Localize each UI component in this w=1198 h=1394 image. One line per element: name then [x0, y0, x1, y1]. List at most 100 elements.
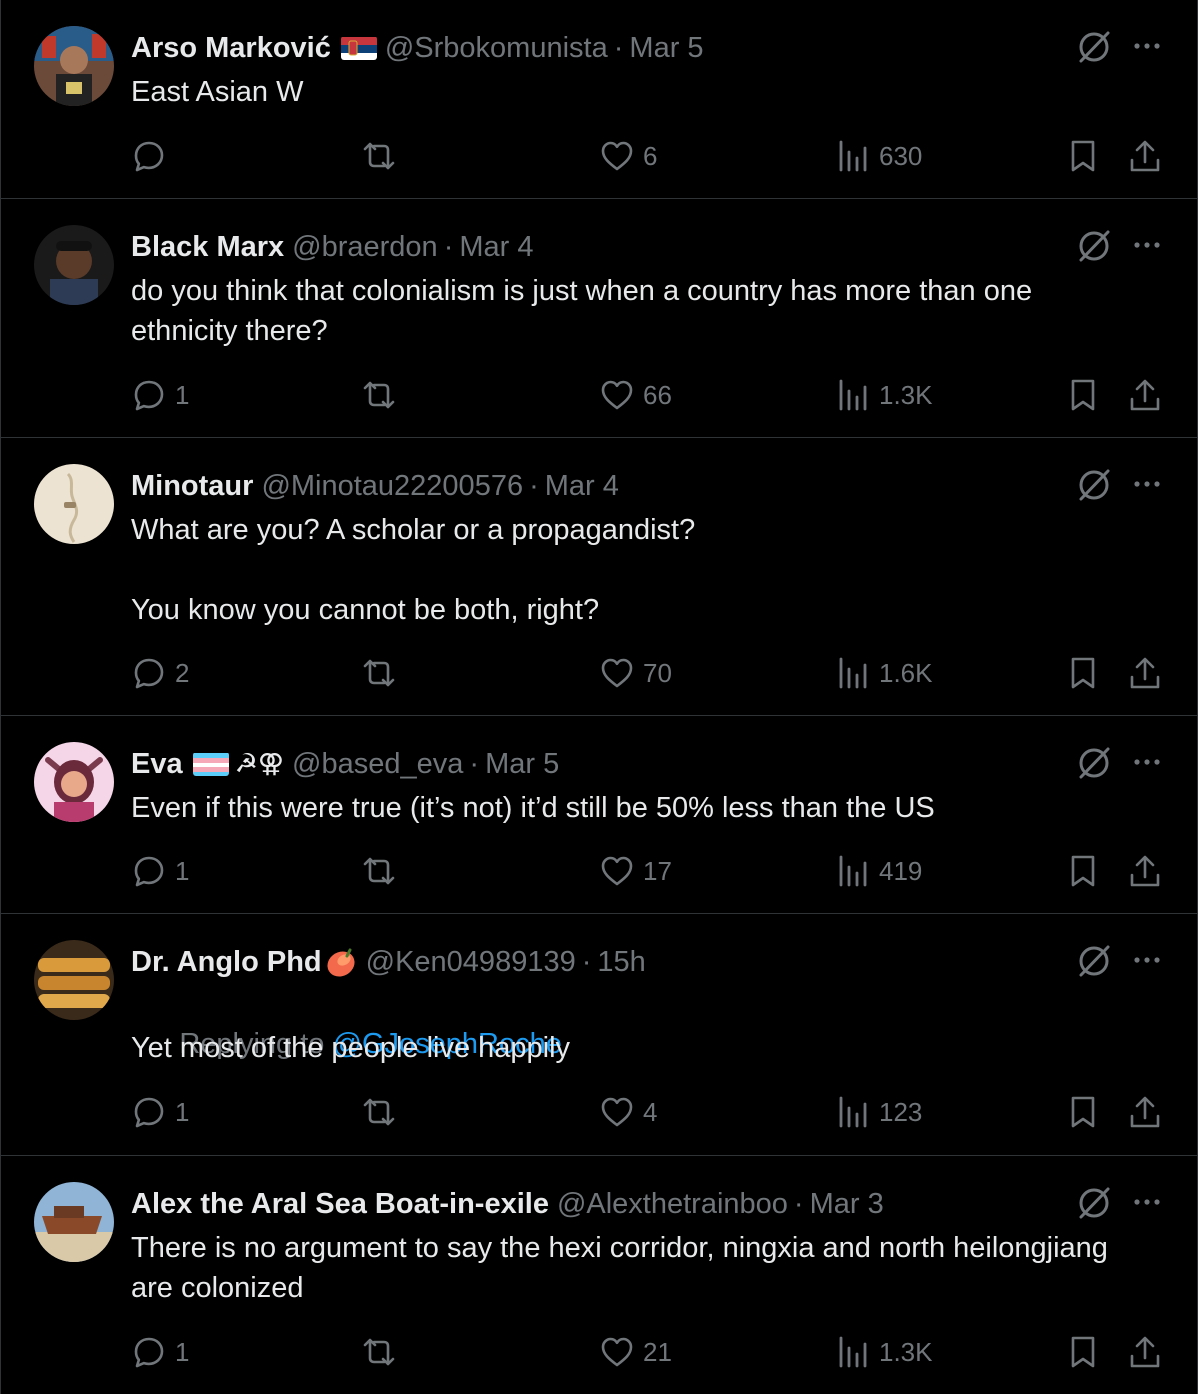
more-icon[interactable] — [1129, 1184, 1165, 1220]
bookmark-button[interactable] — [1065, 851, 1101, 891]
user-handle[interactable]: @Alexthetrainboo — [557, 1188, 788, 1221]
views-button[interactable]: 1.3K — [835, 375, 933, 415]
avatar[interactable] — [34, 1182, 114, 1262]
avatar[interactable] — [34, 26, 114, 106]
serbia-flag-icon — [340, 36, 377, 60]
views-button[interactable]: 630 — [835, 136, 922, 176]
display-name[interactable]: Alex the Aral Sea Boat-in-exile — [131, 1188, 549, 1221]
grok-icon[interactable] — [1075, 942, 1113, 980]
bookmark-button[interactable] — [1065, 1332, 1101, 1372]
display-name[interactable]: Arso Marković — [131, 32, 331, 65]
share-button[interactable] — [1127, 1332, 1163, 1372]
tweet[interactable]: Arso Marković @Srbokomunista · Mar 5 Eas… — [1, 0, 1198, 199]
retweet-button[interactable] — [361, 1092, 397, 1132]
views-button[interactable]: 419 — [835, 851, 922, 891]
timestamp[interactable]: Mar 4 — [459, 231, 533, 264]
retweet-icon — [363, 1338, 395, 1366]
user-handle[interactable]: @Ken04989139 — [366, 946, 576, 979]
more-icon[interactable] — [1129, 227, 1165, 263]
display-name[interactable]: Minotaur — [131, 470, 253, 503]
separator: · — [529, 469, 539, 502]
like-button[interactable]: 6 — [599, 136, 657, 176]
grok-icon[interactable] — [1075, 744, 1113, 782]
grok-icon[interactable] — [1075, 1184, 1113, 1222]
avatar[interactable] — [34, 225, 114, 305]
tweet-text: Yet most of the people live happily — [131, 1032, 571, 1064]
like-button[interactable]: 17 — [599, 851, 672, 891]
views-button[interactable]: 123 — [835, 1092, 922, 1132]
bookmark-button[interactable] — [1065, 375, 1101, 415]
like-button[interactable]: 70 — [599, 653, 672, 693]
tweet[interactable]: Dr. Anglo Phd @Ken04989139 · 15h Replyin… — [1, 914, 1198, 1156]
tweet[interactable]: Minotaur @Minotau22200576 · Mar 4 What a… — [1, 438, 1198, 716]
display-name[interactable]: Dr. Anglo Phd — [131, 946, 322, 979]
more-icon[interactable] — [1129, 466, 1165, 502]
reply-button[interactable]: 1 — [131, 375, 189, 415]
like-count: 17 — [643, 855, 672, 886]
user-handle[interactable]: @braerdon — [292, 231, 438, 264]
retweet-button[interactable] — [361, 136, 397, 176]
tweet-text: Even if this were true (it’s not) it’d s… — [131, 792, 935, 824]
views-button[interactable]: 1.3K — [835, 1332, 933, 1372]
share-button[interactable] — [1127, 1092, 1163, 1132]
tweet-header: Minotaur @Minotau22200576 · Mar 4 — [131, 466, 619, 506]
reply-count: 2 — [175, 657, 190, 688]
retweet-button[interactable] — [361, 1332, 397, 1372]
more-icon[interactable] — [1129, 942, 1165, 978]
tweet[interactable]: Eva ☭⚢ @based_eva · Mar 5 Even if this w… — [1, 716, 1198, 914]
retweet-button[interactable] — [361, 851, 397, 891]
bookmark-button[interactable] — [1065, 653, 1101, 693]
share-icon — [1130, 1096, 1160, 1128]
display-name[interactable]: Eva — [131, 748, 183, 781]
view-count: 1.3K — [879, 379, 933, 410]
share-button[interactable] — [1127, 375, 1163, 415]
like-button[interactable]: 21 — [599, 1332, 672, 1372]
tweet[interactable]: Black Marx @braerdon · Mar 4 do you thin… — [1, 199, 1198, 438]
views-icon — [839, 379, 867, 411]
more-icon[interactable] — [1129, 744, 1165, 780]
timestamp[interactable]: Mar 5 — [485, 748, 559, 781]
like-count: 6 — [643, 140, 658, 171]
share-button[interactable] — [1127, 653, 1163, 693]
timestamp[interactable]: Mar 5 — [629, 32, 703, 65]
like-button[interactable]: 66 — [599, 375, 672, 415]
separator: · — [469, 747, 480, 780]
retweet-button[interactable] — [361, 375, 397, 415]
share-button[interactable] — [1127, 136, 1163, 176]
timestamp[interactable]: 15h — [597, 946, 645, 979]
like-count: 21 — [643, 1336, 672, 1367]
share-button[interactable] — [1127, 851, 1163, 891]
reply-icon — [134, 856, 164, 887]
bookmark-button[interactable] — [1065, 1092, 1101, 1132]
timestamp[interactable]: Mar 3 — [810, 1188, 884, 1221]
retweet-button[interactable] — [361, 653, 397, 693]
action-bar: 1 21 1.3K — [131, 1332, 1171, 1372]
display-name[interactable]: Black Marx — [131, 231, 284, 264]
user-handle[interactable]: @Srbokomunista — [385, 32, 608, 65]
views-button[interactable]: 1.6K — [835, 653, 933, 693]
bookmark-button[interactable] — [1065, 136, 1101, 176]
heart-icon — [601, 380, 633, 410]
user-handle[interactable]: @Minotau22200576 — [261, 470, 523, 503]
reply-count: 1 — [175, 1096, 190, 1127]
avatar[interactable] — [34, 940, 114, 1020]
tweet[interactable]: Alex the Aral Sea Boat-in-exile @Alexthe… — [1, 1156, 1198, 1394]
avatar[interactable] — [34, 742, 114, 822]
reply-button[interactable]: 1 — [131, 851, 189, 891]
avatar[interactable] — [34, 464, 114, 544]
grok-icon[interactable] — [1075, 28, 1113, 66]
user-handle[interactable]: @based_eva — [292, 748, 463, 781]
reply-button[interactable] — [131, 136, 175, 176]
timestamp[interactable]: Mar 4 — [545, 470, 619, 503]
reply-count: 1 — [175, 1336, 190, 1367]
grok-icon[interactable] — [1075, 227, 1113, 265]
reply-button[interactable]: 1 — [131, 1092, 189, 1132]
heart-icon — [601, 658, 633, 688]
like-button[interactable]: 4 — [599, 1092, 657, 1132]
grok-icon[interactable] — [1075, 466, 1113, 504]
bookmark-icon — [1071, 140, 1095, 172]
more-icon[interactable] — [1129, 28, 1165, 64]
bookmark-icon — [1071, 1336, 1095, 1368]
reply-button[interactable]: 2 — [131, 653, 189, 693]
reply-button[interactable]: 1 — [131, 1332, 189, 1372]
